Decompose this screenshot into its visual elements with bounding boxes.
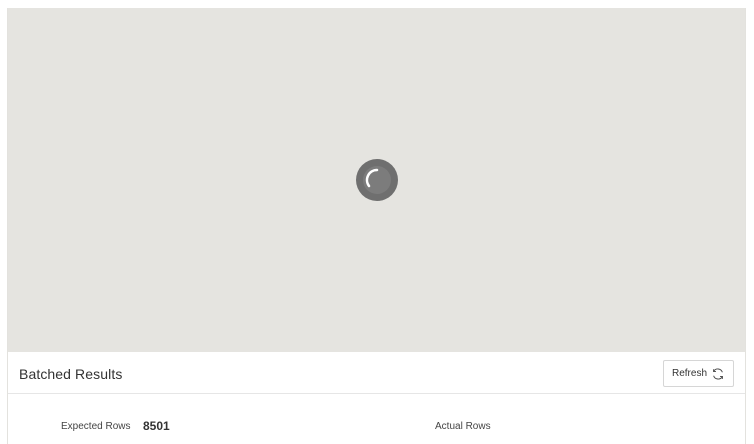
expected-rows-value: 8501 — [143, 419, 170, 433]
refresh-button-label: Refresh — [671, 368, 707, 379]
spinner-core — [363, 166, 391, 194]
actual-rows-label: Actual Rows — [435, 421, 491, 432]
panel-title: Batched Results — [19, 366, 123, 382]
panel-header: Batched Results Refresh — [8, 352, 745, 394]
loading-overlay — [8, 8, 745, 352]
stats-row: Expected Rows 8501 Actual Rows — [8, 394, 745, 444]
refresh-button[interactable]: Refresh — [663, 360, 734, 387]
loading-spinner-icon — [356, 159, 398, 201]
results-frame: Batched Results Refresh Expected Rows 85… — [7, 8, 746, 444]
refresh-icon — [713, 367, 723, 380]
expected-rows-label: Expected Rows — [61, 421, 131, 432]
spinner-arc — [365, 168, 379, 188]
